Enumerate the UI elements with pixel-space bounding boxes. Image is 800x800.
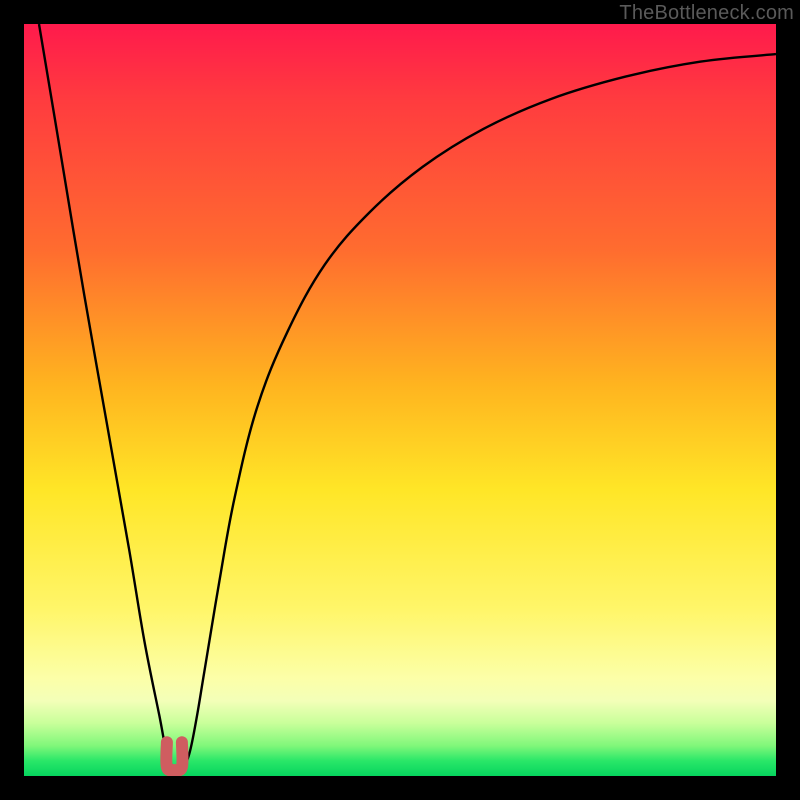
bottleneck-curve [39,24,776,771]
curve-layer [24,24,776,776]
chart-frame: TheBottleneck.com [0,0,800,800]
plot-area [24,24,776,776]
minimum-marker [166,742,182,770]
watermark-text: TheBottleneck.com [619,2,794,25]
